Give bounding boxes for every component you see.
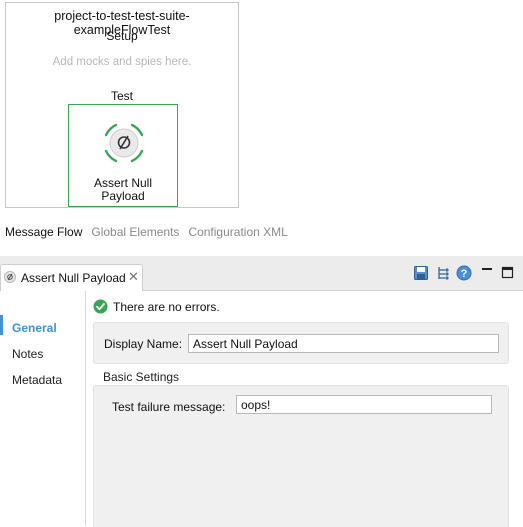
nav-item-general[interactable]: General [12,321,57,335]
null-symbol-icon [4,271,16,283]
processor-label: Assert Null Payload [69,177,177,203]
basic-settings-label: Basic Settings [103,370,180,384]
check-circle-icon [93,299,108,314]
nav-item-notes[interactable]: Notes [12,347,43,361]
help-icon[interactable]: ? [456,265,472,281]
nav-active-indicator [0,315,3,335]
properties-view-header: Assert Null Payload ✕ ? [0,256,523,291]
properties-nav: General Notes Metadata [0,291,86,526]
processor-label-line1: Assert Null [93,176,152,190]
setup-section-label: Setup [106,29,138,43]
display-name-group: Display Name: [93,322,509,364]
nav-item-metadata[interactable]: Metadata [12,373,62,387]
save-icon[interactable] [413,265,429,281]
tree-icon[interactable] [435,265,451,281]
editor-tab-bar: Message Flow Global Elements Configurati… [5,225,297,241]
display-name-label: Display Name: [104,337,183,351]
failure-message-field[interactable] [236,395,492,414]
minimize-icon[interactable] [480,265,496,281]
tab-global-elements[interactable]: Global Elements [91,225,179,241]
flow-canvas: project-to-test-test-suite-exampleFlowTe… [5,2,239,208]
close-icon[interactable]: ✕ [128,269,139,285]
assert-null-payload-processor[interactable]: Assert Null Payload [68,104,178,207]
svg-text:?: ? [461,268,468,280]
test-section-label: Test [110,89,133,103]
processor-label-line2: Payload [101,189,145,203]
status-message: There are no errors. [113,300,220,314]
basic-settings-group: Test failure message: [93,385,509,527]
display-name-field[interactable] [188,334,499,353]
properties-tab-label: Assert Null Payload [21,271,126,285]
null-symbol-icon [104,123,144,163]
properties-tab[interactable]: Assert Null Payload ✕ [0,264,143,291]
tab-message-flow[interactable]: Message Flow [5,225,82,241]
setup-hint: Add mocks and spies here. [52,56,192,68]
tab-configuration-xml[interactable]: Configuration XML [188,225,287,241]
maximize-icon[interactable] [500,265,516,281]
failure-message-label: Test failure message: [112,400,226,414]
